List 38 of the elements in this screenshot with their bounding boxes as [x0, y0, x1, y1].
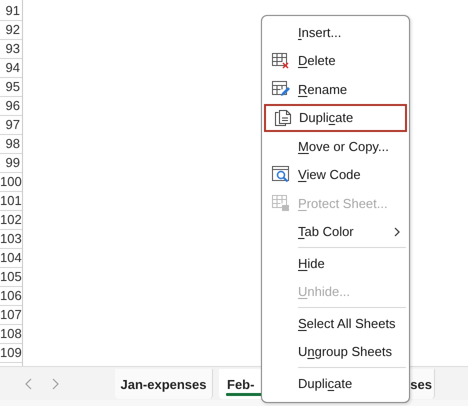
menu-item[interactable]: Duplicate — [263, 369, 408, 398]
menu-item[interactable]: Duplicate — [264, 104, 407, 132]
protect-sheet-icon — [272, 195, 290, 212]
row-number[interactable]: 91 — [6, 3, 20, 18]
row-number[interactable]: 102 — [0, 212, 22, 227]
row-number[interactable]: 96 — [6, 98, 20, 113]
table-edit-icon — [272, 81, 290, 98]
row-number[interactable]: 98 — [6, 136, 20, 151]
table-delete-icon — [272, 52, 290, 69]
menu-item[interactable]: Move or Copy... — [263, 132, 408, 160]
row-number[interactable]: 108 — [0, 326, 22, 341]
row-number[interactable]: 101 — [0, 193, 22, 208]
menu-item[interactable]: Delete — [263, 46, 408, 75]
previous-sheet-icon[interactable] — [25, 378, 33, 390]
row-number[interactable]: 103 — [0, 231, 22, 246]
row-number[interactable]: 95 — [6, 79, 20, 94]
next-sheet-icon[interactable] — [51, 378, 59, 390]
menu-item[interactable]: Ungroup Sheets — [263, 338, 408, 366]
menu-item[interactable]: Rename — [263, 75, 408, 104]
menu-item[interactable]: Insert... — [263, 18, 408, 46]
duplicate-icon — [274, 108, 292, 127]
row-number[interactable]: 109 — [0, 345, 22, 360]
view-code-icon — [272, 166, 290, 184]
row-number[interactable]: 105 — [0, 269, 22, 284]
row-number[interactable]: 104 — [0, 250, 22, 265]
row-number[interactable]: 99 — [6, 155, 20, 170]
menu-item[interactable]: Hide — [263, 249, 408, 278]
row-number[interactable]: 93 — [6, 41, 20, 56]
row-number[interactable]: 97 — [6, 117, 20, 132]
row-number[interactable]: 107 — [0, 307, 22, 322]
row-number[interactable]: 94 — [6, 60, 20, 75]
menu-item[interactable]: View Code — [263, 160, 408, 189]
menu-item[interactable]: Tab Color — [263, 218, 408, 246]
sheet-tab[interactable]: Jan-expenses — [115, 369, 213, 399]
row-number[interactable]: 100 — [0, 174, 22, 189]
menu-item[interactable]: Select All Sheets — [263, 309, 408, 338]
row-number[interactable]: 106 — [0, 288, 22, 303]
row-number[interactable]: 92 — [6, 22, 20, 37]
